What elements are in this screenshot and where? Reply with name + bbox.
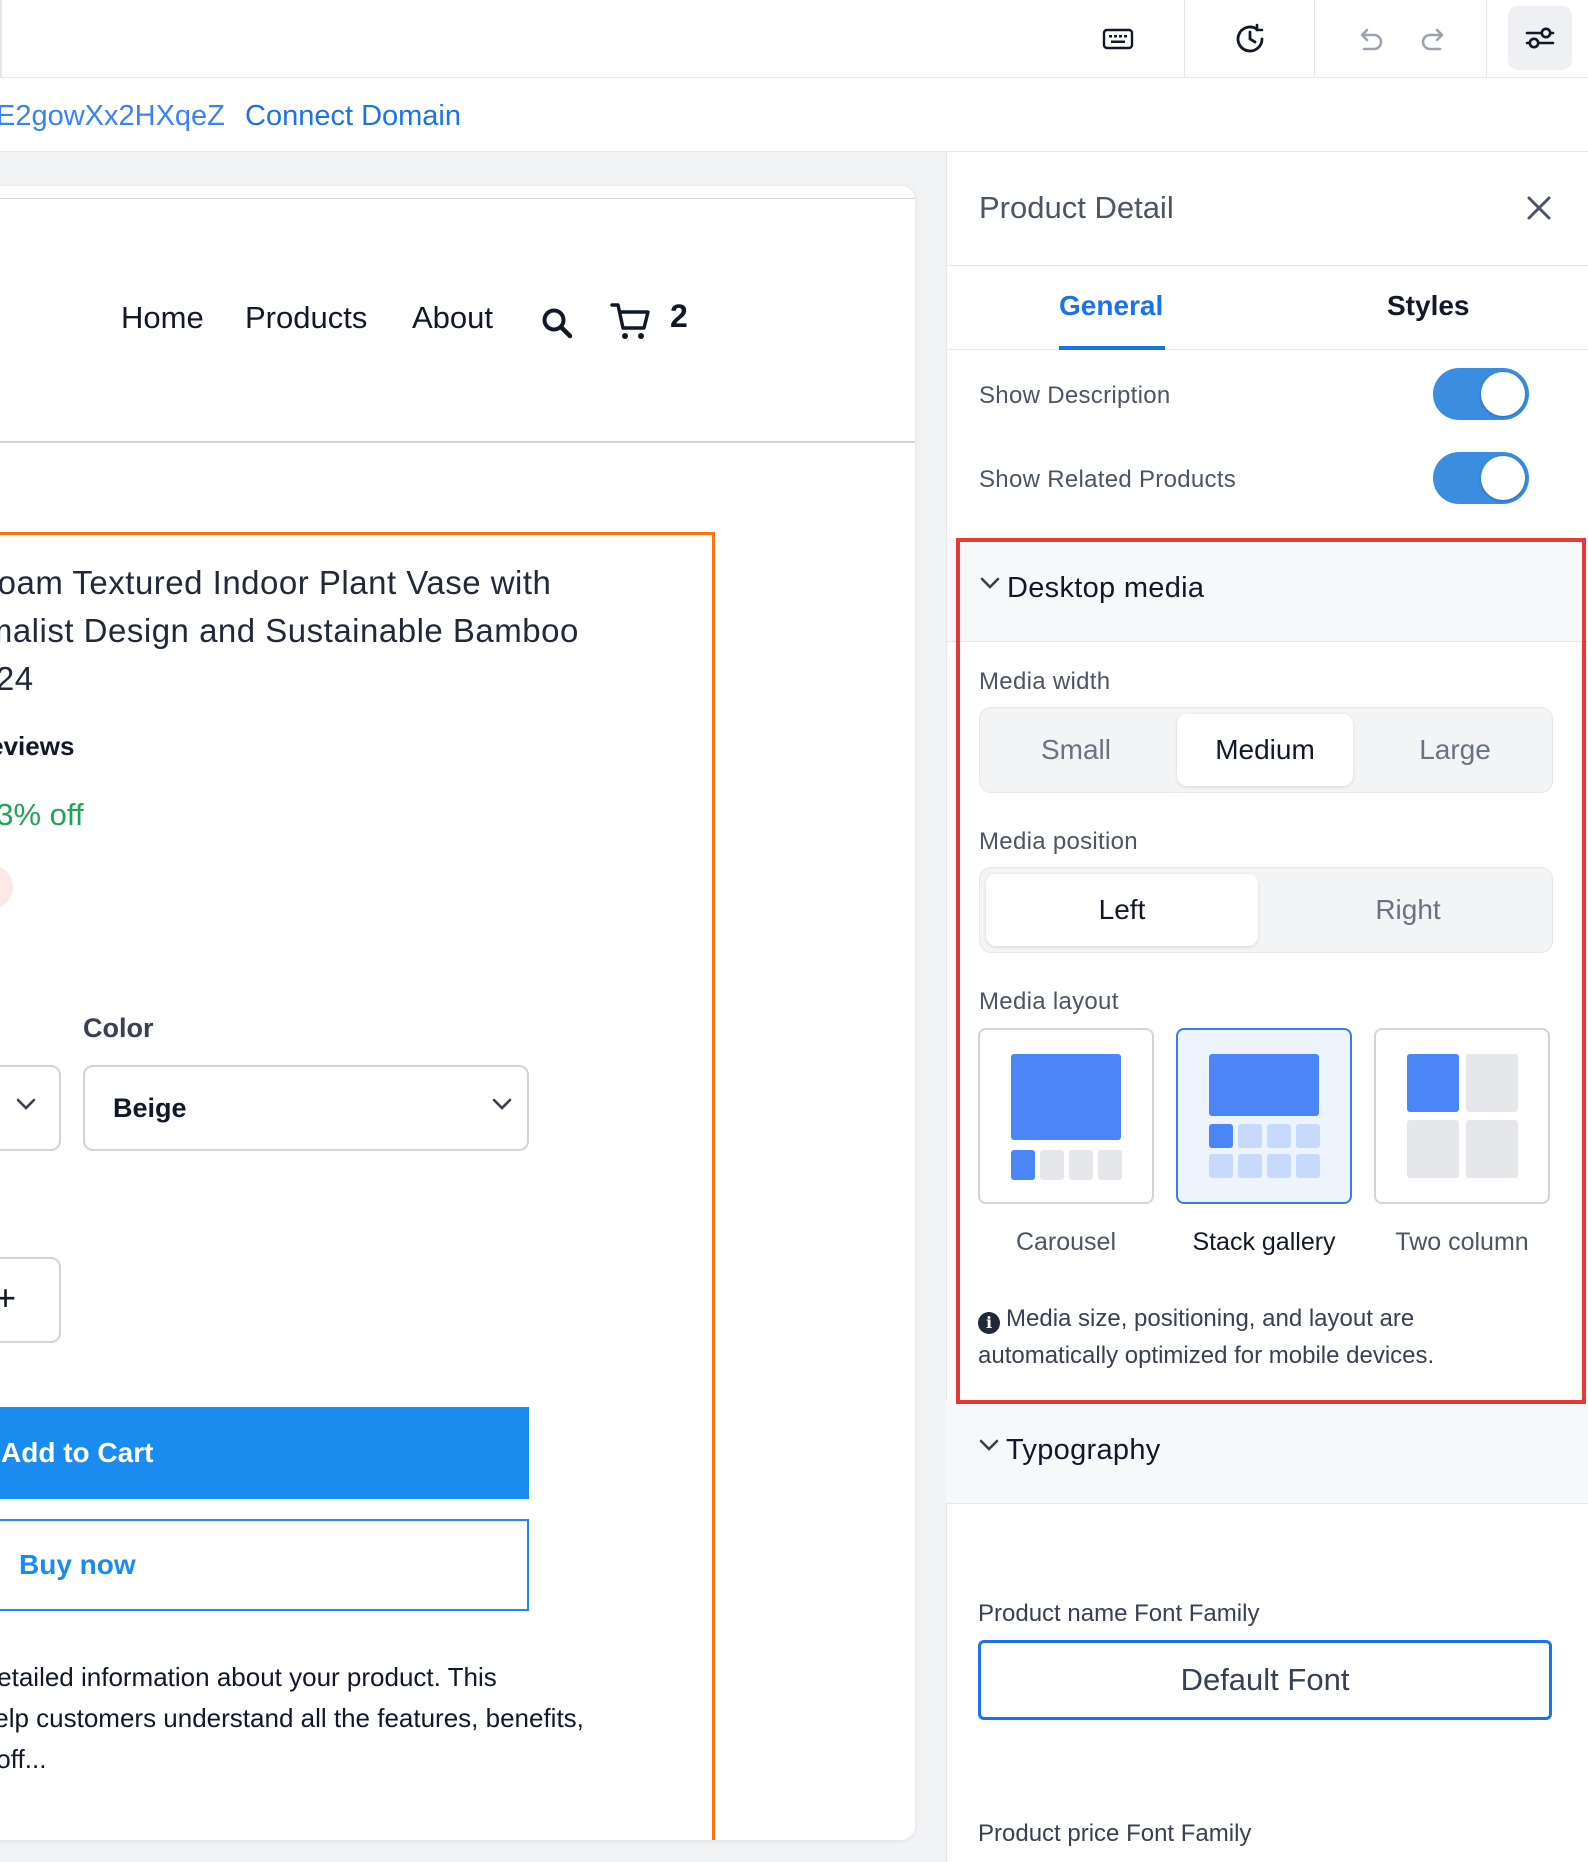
product-price-font-label: Product price Font Family — [978, 1820, 1252, 1847]
description-line: e detailed information about your produc… — [0, 1662, 497, 1692]
site-nav: Home Products About 2 — [0, 186, 915, 441]
toolbar-separator — [1314, 0, 1315, 78]
panel-header: Product Detail — [947, 152, 1588, 266]
toolbar-separator — [1486, 0, 1487, 78]
description-line: ll help customers understand all the fea… — [0, 1703, 584, 1733]
undo-button[interactable] — [1344, 0, 1396, 78]
cart-icon[interactable] — [610, 300, 652, 342]
size-select[interactable] — [0, 1065, 61, 1151]
show-description-label: Show Description — [979, 382, 1171, 409]
chevron-down-icon — [979, 1439, 999, 1451]
connect-domain-link[interactable]: Connect Domain — [245, 100, 461, 133]
toggle-knob — [1481, 372, 1525, 416]
toggle-knob — [1481, 456, 1525, 500]
color-label: Color — [83, 1013, 154, 1043]
keyboard-icon — [1102, 28, 1134, 50]
show-related-products-label: Show Related Products — [979, 466, 1237, 493]
toolbar-separator — [1184, 0, 1185, 78]
panel-title: Product Detail — [979, 190, 1174, 225]
product-title-line: 024 — [0, 660, 34, 697]
close-icon[interactable] — [1519, 188, 1559, 228]
search-icon[interactable] — [540, 306, 574, 340]
nav-products[interactable]: Products — [245, 300, 367, 336]
redo-button[interactable] — [1408, 0, 1460, 78]
undo-icon — [1360, 28, 1383, 51]
product-title-line: Foam Textured Indoor Plant Vase with — [0, 564, 552, 601]
header-divider — [0, 441, 915, 443]
cart-count: 2 — [670, 298, 688, 334]
product-description: e detailed information about your produc… — [0, 1657, 661, 1780]
plus-icon: + — [0, 1277, 17, 1318]
nav-about[interactable]: About — [412, 300, 493, 336]
chevron-down-icon — [16, 1098, 36, 1110]
color-select[interactable]: Beige — [83, 1065, 529, 1151]
quantity-increment-button[interactable]: + — [0, 1257, 61, 1343]
color-select-value: Beige — [113, 1093, 187, 1123]
active-tab-indicator — [1059, 346, 1165, 350]
product-detail-selection[interactable]: Foam Textured Indoor Plant Vase with ima… — [0, 532, 715, 1840]
domain-bar: E2gowXx2HXqeZ Connect Domain — [0, 78, 1588, 152]
top-toolbar — [0, 0, 1588, 78]
reviews-link[interactable]: reviews — [0, 731, 74, 762]
nav-home[interactable]: Home — [121, 300, 204, 336]
show-related-products-toggle[interactable] — [1433, 452, 1529, 504]
description-line: 're off... — [0, 1744, 47, 1774]
panel-tabs: General Styles — [947, 266, 1588, 350]
keyboard-shortcuts-button[interactable] — [1086, 0, 1150, 78]
show-description-toggle[interactable] — [1433, 368, 1529, 420]
redo-icon — [1421, 28, 1444, 51]
status-badge: ial — [0, 865, 13, 909]
chevron-down-icon — [492, 1098, 512, 1110]
buy-now-button[interactable]: Buy now — [0, 1519, 529, 1611]
tab-styles[interactable]: Styles — [1387, 290, 1470, 322]
site-id-link[interactable]: E2gowXx2HXqeZ — [0, 100, 225, 133]
typography-section-header[interactable]: Typography — [946, 1400, 1588, 1504]
product-title: Foam Textured Indoor Plant Vase with ima… — [0, 559, 697, 703]
highlight-box — [956, 538, 1586, 1404]
product-name-font-label: Product name Font Family — [978, 1600, 1260, 1627]
product-name-font-select[interactable]: Default Font — [978, 1640, 1552, 1720]
discount-text: 33% off — [0, 797, 84, 832]
tab-general[interactable]: General — [1059, 290, 1163, 322]
page-preview: Home Products About 2 Foam Textured Indo… — [0, 186, 915, 1840]
version-history-button[interactable] — [1218, 0, 1282, 78]
toolbar-edge — [0, 0, 2, 78]
settings-sliders-icon — [1525, 27, 1555, 49]
typography-title: Typography — [1006, 1434, 1161, 1466]
settings-panel-button[interactable] — [1508, 6, 1572, 70]
history-icon — [1236, 23, 1264, 53]
product-title-line: imalist Design and Sustainable Bamboo — [0, 612, 579, 649]
add-to-cart-button[interactable]: Add to Cart — [0, 1407, 529, 1499]
